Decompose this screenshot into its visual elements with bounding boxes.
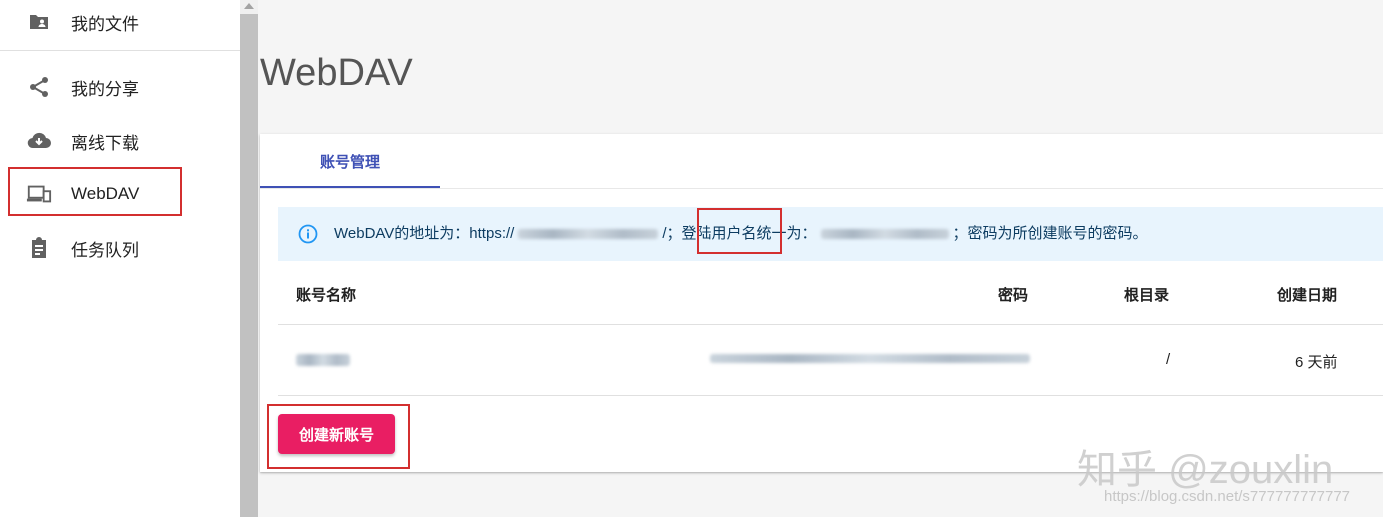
sidebar-item-label: 任务队列 [71, 240, 139, 260]
column-header-root: 根目录 [1124, 287, 1170, 304]
share-icon [26, 74, 52, 100]
cloud-download-icon [26, 128, 52, 154]
redacted-username [820, 229, 949, 240]
alert-slash: /； [662, 225, 682, 242]
divider [260, 188, 1383, 189]
page-title: WebDAV [260, 52, 413, 94]
folder-account-icon [26, 9, 52, 35]
highlight-box-webdav [8, 167, 182, 216]
row-root-dir: / [1166, 351, 1171, 368]
clipboard-icon [26, 235, 52, 261]
watermark-zhihu: 知乎 @zouxlin [1077, 448, 1334, 492]
divider [0, 50, 240, 51]
sidebar-item-my-shares[interactable]: 我的分享 [0, 63, 240, 111]
webdav-card: 账号管理 WebDAV的地址为：https:///；登陆用户名统一为： ；密码为所… [260, 134, 1383, 472]
redacted-password [710, 354, 1030, 363]
row-created-date: 6 天前 [1295, 354, 1338, 371]
alert-prefix: WebDAV的地址为：https:// [334, 225, 515, 242]
tab-account-management[interactable]: 账号管理 [260, 134, 440, 188]
divider [278, 395, 1383, 396]
sidebar-item-label: 我的文件 [71, 14, 139, 34]
column-header-account-name: 账号名称 [296, 287, 357, 304]
watermark-csdn: https://blog.csdn.net/s777777777777 [1104, 488, 1351, 505]
sidebar: 我的文件 我的分享 离线下载 WebDAV 任务队列 [0, 0, 240, 517]
redacted-host [518, 229, 659, 240]
sidebar-item-offline-download[interactable]: 离线下载 [0, 117, 240, 165]
divider [278, 324, 1383, 325]
column-header-password: 密码 [998, 287, 1029, 304]
sidebar-item-task-queue[interactable]: 任务队列 [0, 224, 240, 272]
scroll-up-arrow-icon[interactable] [244, 3, 254, 9]
highlight-box-create [267, 404, 410, 469]
column-header-created: 创建日期 [1277, 287, 1338, 304]
alert-suffix: ；密码为所创建账号的密码。 [952, 225, 1148, 242]
highlight-box-username [697, 208, 782, 254]
redacted-account-name [296, 354, 350, 366]
sidebar-item-my-files[interactable]: 我的文件 [0, 0, 240, 46]
info-icon [298, 224, 318, 244]
sidebar-item-label: 我的分享 [71, 79, 139, 99]
info-alert: WebDAV的地址为：https:///；登陆用户名统一为： ；密码为所创建账号的… [278, 207, 1383, 261]
scrollbar-thumb[interactable] [240, 14, 258, 517]
sidebar-item-label: 离线下载 [71, 133, 139, 153]
